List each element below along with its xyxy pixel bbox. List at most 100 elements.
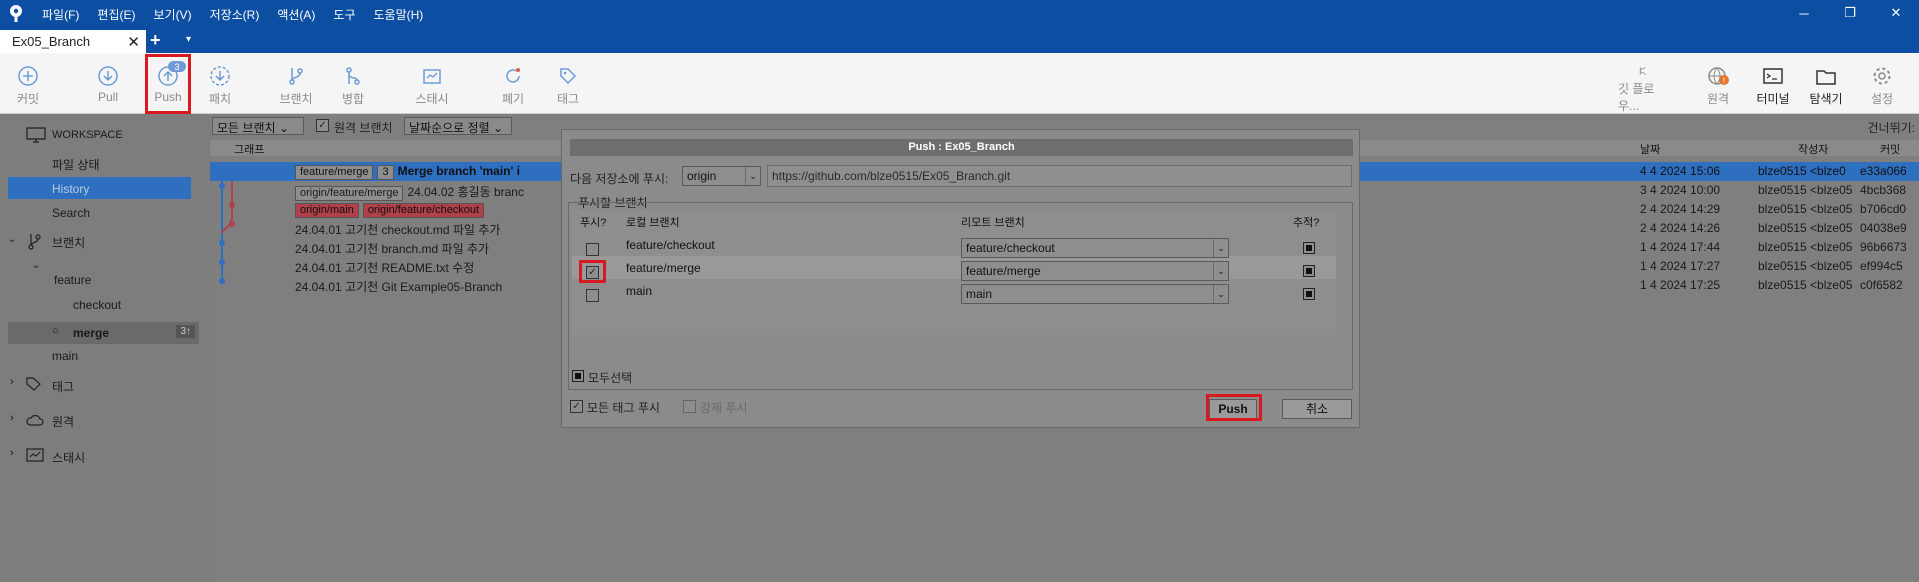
date-column-header[interactable]: 날짜 bbox=[1640, 141, 1660, 157]
menu-repository[interactable]: 저장소(R) bbox=[210, 6, 260, 23]
close-tab-icon[interactable]: ✕ bbox=[127, 33, 140, 51]
tab-dropdown-icon[interactable]: ▾ bbox=[186, 34, 191, 45]
commit-hash: b706cd0 bbox=[1860, 202, 1907, 216]
sidebar-stashes[interactable]: 스태시 bbox=[52, 449, 85, 466]
push-branch-checkbox[interactable] bbox=[586, 243, 599, 256]
commit-description: feature/merge 3 Merge branch 'main' i bbox=[295, 164, 520, 180]
remote-branch-select[interactable]: feature/checkout ⌄ bbox=[961, 238, 1229, 258]
track-checkbox[interactable] bbox=[1303, 242, 1315, 254]
sidebar-item-search[interactable]: Search bbox=[52, 206, 90, 220]
commit-hash: c0f6582 bbox=[1860, 278, 1903, 292]
commit-hash: 04038e9 bbox=[1860, 221, 1907, 235]
tag-button[interactable]: 태그 bbox=[552, 53, 584, 114]
remote-branches-checkbox[interactable]: ✓ bbox=[316, 119, 329, 132]
fetch-button[interactable]: 패치 bbox=[204, 53, 236, 114]
stashes-chevron-icon[interactable]: › bbox=[10, 447, 14, 459]
git-flow-icon bbox=[1639, 67, 1646, 75]
minimize-button[interactable]: ─ bbox=[1781, 0, 1827, 26]
sidebar-remotes[interactable]: 원격 bbox=[52, 413, 74, 430]
track-checkbox[interactable] bbox=[1303, 265, 1315, 277]
menu-help[interactable]: 도움말(H) bbox=[374, 6, 424, 23]
menu-actions[interactable]: 액션(A) bbox=[277, 6, 315, 23]
explorer-button[interactable]: 탐색기 bbox=[1806, 53, 1846, 114]
commit-description: 24.04.01 고기천 README.txt 수정 bbox=[295, 259, 474, 276]
track-checkbox[interactable] bbox=[1303, 288, 1315, 300]
menu-file[interactable]: 파일(F) bbox=[42, 6, 79, 23]
sidebar-tags[interactable]: 태그 bbox=[52, 378, 74, 395]
terminal-icon bbox=[1763, 68, 1783, 84]
sidebar-item-main[interactable]: main bbox=[52, 349, 78, 363]
commit-description: origin/feature/merge 24.04.02 홍길동 branc bbox=[295, 183, 524, 201]
restore-button[interactable]: ❐ bbox=[1827, 0, 1873, 26]
commit-hash: 96b6673 bbox=[1860, 240, 1907, 254]
commit-message: Merge branch 'main' i bbox=[397, 164, 521, 178]
new-tab-button[interactable]: + bbox=[150, 30, 161, 51]
push-count-badge: 3 bbox=[168, 61, 186, 72]
commit-date: 4 4 2024 15:06 bbox=[1640, 164, 1721, 178]
settings-button[interactable]: 설정 bbox=[1864, 53, 1900, 114]
sidebar-item-feature[interactable]: feature bbox=[54, 273, 91, 287]
commit-description: 24.04.01 고기천 branch.md 파일 추가 bbox=[295, 240, 489, 257]
dialog-title: Push : Ex05_Branch bbox=[570, 139, 1353, 156]
commit-author: blze0515 <blze05 bbox=[1758, 278, 1853, 292]
feature-chevron-icon[interactable]: ⌄ bbox=[32, 260, 40, 271]
sidebar-item-merge[interactable]: ○ merge 3↑ bbox=[8, 322, 199, 344]
monitor-icon bbox=[26, 127, 46, 143]
author-column-header[interactable]: 작성자 bbox=[1798, 141, 1828, 157]
folder-icon bbox=[1816, 70, 1836, 85]
branch-filter-dropdown[interactable]: 모든 브랜치 ⌄ bbox=[212, 117, 304, 135]
branch-button[interactable]: 브랜치 bbox=[276, 53, 316, 114]
commit-button[interactable]: 커밋 bbox=[12, 53, 44, 114]
sidebar-branches[interactable]: 브랜치 bbox=[52, 234, 85, 251]
tags-chevron-icon[interactable]: › bbox=[10, 376, 14, 388]
commit-date: 3 4 2024 10:00 bbox=[1640, 183, 1721, 197]
ref-label: 3 bbox=[377, 165, 394, 180]
local-branch-name: feature/merge bbox=[626, 261, 701, 275]
commit-message: 24.04.01 고기천 checkout.md 파일 추가 bbox=[295, 223, 501, 237]
remote-select[interactable]: origin ⌄ bbox=[682, 166, 761, 186]
merge-button[interactable]: 병합 bbox=[337, 53, 369, 114]
push-button-highlight bbox=[1206, 394, 1262, 421]
merge-icon bbox=[346, 67, 360, 85]
force-push-checkbox[interactable] bbox=[683, 400, 696, 413]
remote-branch-select[interactable]: main ⌄ bbox=[961, 284, 1229, 304]
commit-date: 2 4 2024 14:26 bbox=[1640, 221, 1721, 235]
close-window-button[interactable]: ✕ bbox=[1873, 0, 1919, 26]
stash-button[interactable]: 스태시 bbox=[412, 53, 452, 114]
sort-dropdown[interactable]: 날짜순으로 정렬 ⌄ bbox=[404, 117, 512, 135]
commit-icon bbox=[18, 66, 38, 86]
graph-column-header[interactable]: 그래프 bbox=[234, 141, 264, 157]
push-all-tags-checkbox[interactable]: ✓ bbox=[570, 400, 583, 413]
remote-branch-select[interactable]: feature/merge ⌄ bbox=[961, 261, 1229, 281]
discard-button[interactable]: 폐기 bbox=[497, 53, 529, 114]
cancel-button[interactable]: 취소 bbox=[1282, 399, 1352, 419]
menu-tools[interactable]: 도구 bbox=[333, 6, 355, 23]
remote-url-field[interactable]: https://github.com/blze0515/Ex05_Branch.… bbox=[767, 165, 1352, 187]
terminal-button[interactable]: 터미널 bbox=[1753, 53, 1793, 114]
remote-branches-label: 원격 브랜치 bbox=[334, 121, 393, 135]
branches-chevron-icon[interactable]: ⌄ bbox=[8, 234, 16, 245]
remotes-chevron-icon[interactable]: › bbox=[10, 412, 14, 424]
svg-text:!: ! bbox=[1722, 77, 1725, 86]
menu-view[interactable]: 보기(V) bbox=[153, 6, 191, 23]
sidebar-item-file-status[interactable]: 파일 상태 bbox=[52, 156, 100, 173]
local-branch-name: feature/checkout bbox=[626, 238, 715, 252]
push-branch-checkbox[interactable] bbox=[586, 289, 599, 302]
commit-column-header[interactable]: 커밋 bbox=[1880, 141, 1900, 157]
branch-icon bbox=[289, 68, 303, 85]
pull-button[interactable]: Pull bbox=[92, 53, 124, 114]
commit-hash: ef994c5 bbox=[1860, 259, 1903, 273]
jump-label: 건너뛰기: bbox=[1867, 121, 1916, 135]
tab-title: Ex05_Branch bbox=[12, 34, 91, 49]
commit-message: 24.04.01 고기천 branch.md 파일 추가 bbox=[295, 242, 490, 256]
menu-edit[interactable]: 편집(E) bbox=[97, 6, 135, 23]
remote-button[interactable]: ! 원격 bbox=[1700, 53, 1736, 114]
sidebar-item-history[interactable]: History bbox=[8, 177, 191, 199]
tab-repository[interactable]: Ex05_Branch ✕ bbox=[0, 28, 146, 53]
push-dialog: Push : Ex05_Branch 다음 저장소에 푸시: origin ⌄ h… bbox=[561, 129, 1360, 428]
commit-description: origin/main origin/feature/checkout bbox=[295, 202, 488, 218]
select-all-checkbox[interactable] bbox=[572, 370, 584, 382]
sidebar-item-checkout[interactable]: checkout bbox=[73, 298, 121, 312]
local-column-header: 로컬 브랜치 bbox=[626, 217, 680, 229]
git-flow-button[interactable]: 깃 플로우... bbox=[1618, 53, 1668, 114]
